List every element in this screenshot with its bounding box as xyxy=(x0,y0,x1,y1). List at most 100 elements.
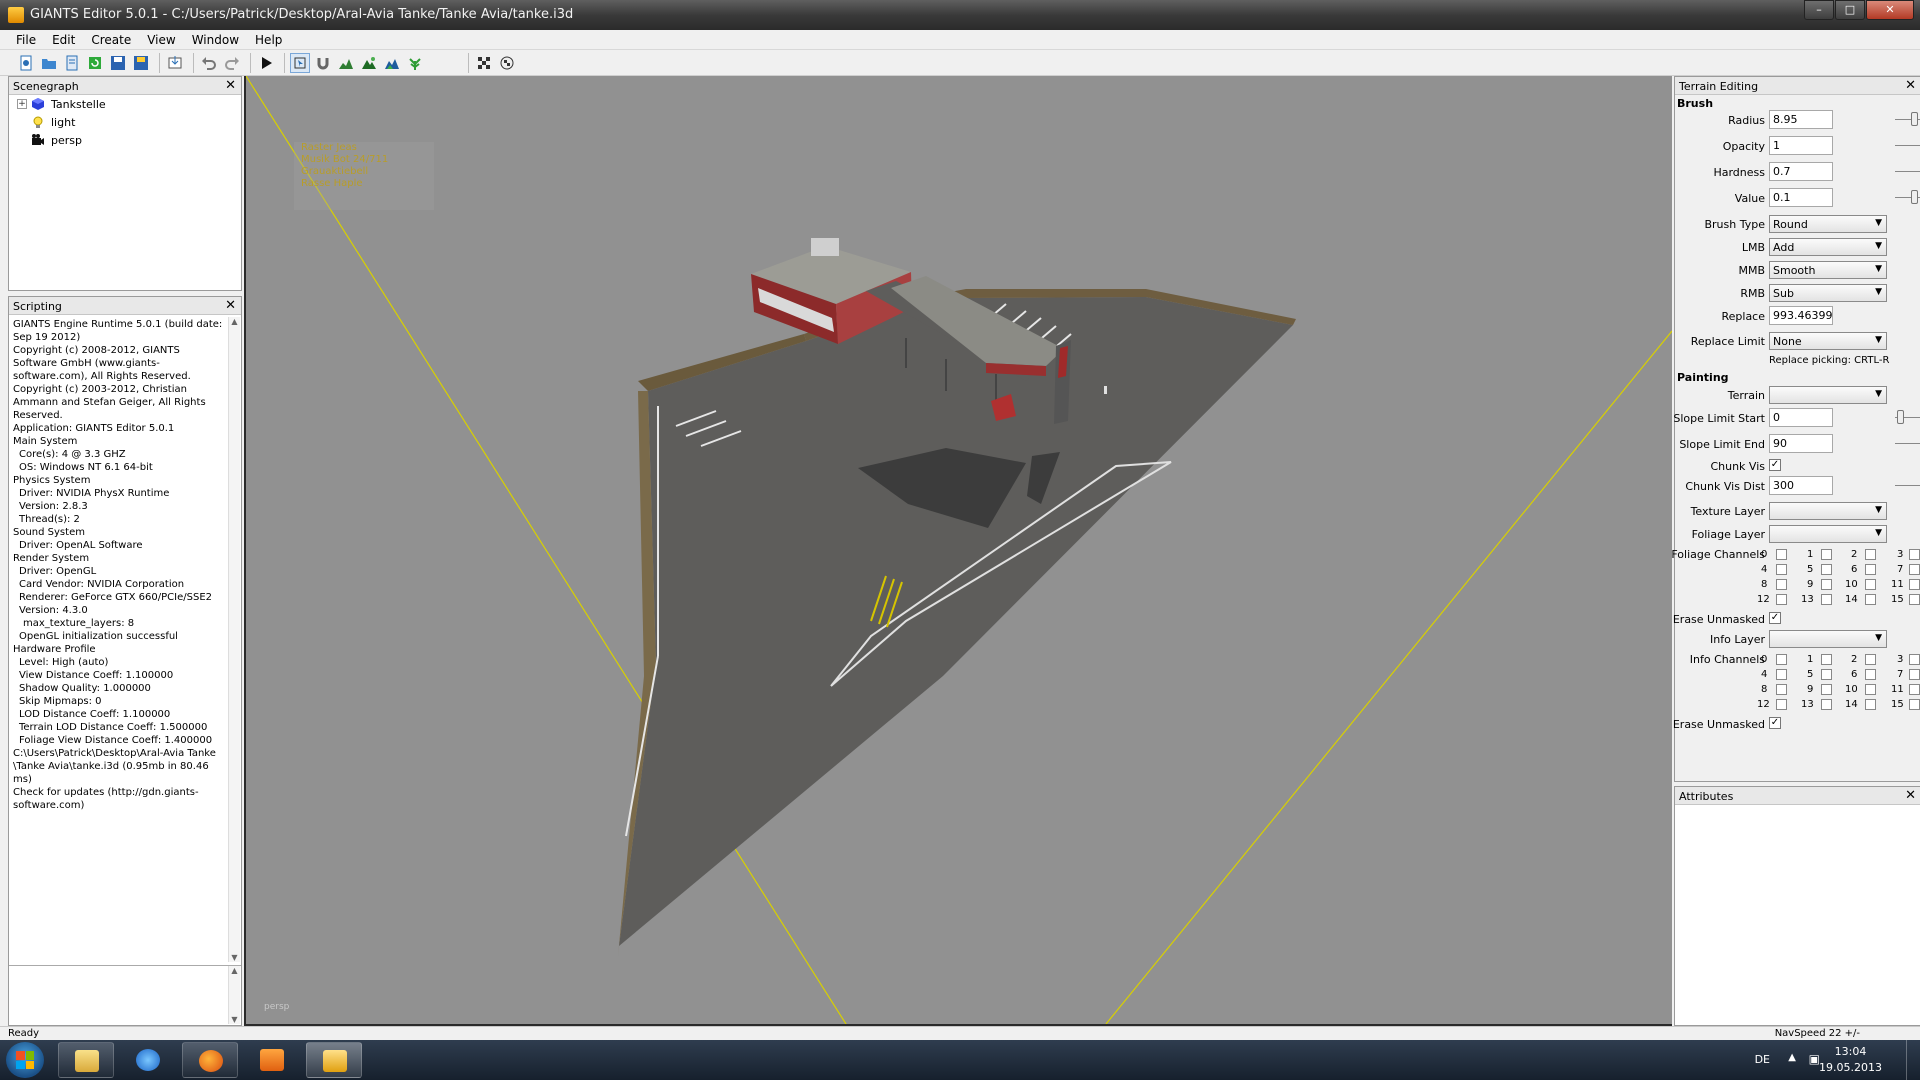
tree-item-tankstelle[interactable]: + Tankstelle xyxy=(9,95,241,113)
channel-checkbox[interactable] xyxy=(1821,654,1832,665)
taskbar-media-player[interactable] xyxy=(244,1042,300,1078)
script-input[interactable]: ▲ ▼ xyxy=(9,965,241,1025)
save-icon[interactable] xyxy=(108,53,128,73)
language-indicator[interactable]: DE xyxy=(1755,1053,1770,1066)
channel-checkbox[interactable] xyxy=(1865,564,1876,575)
log-scrollbar[interactable]: ▲ ▼ xyxy=(228,317,240,962)
channel-checkbox[interactable] xyxy=(1865,684,1876,695)
erase-unmasked-checkbox[interactable]: ✓ xyxy=(1769,717,1781,729)
replace-input[interactable]: 993.46399 xyxy=(1769,306,1833,325)
checker-icon[interactable] xyxy=(474,53,494,73)
undo-icon[interactable] xyxy=(199,53,219,73)
terrain-foliage-icon[interactable] xyxy=(382,53,402,73)
refresh-icon[interactable] xyxy=(85,53,105,73)
tree-item-persp[interactable]: persp xyxy=(9,131,241,149)
value-slider[interactable] xyxy=(1895,190,1920,204)
3d-viewport[interactable]: Raster Jeas Musik Bot 24/711 Grauaktiebe… xyxy=(246,76,1672,1024)
scenegraph-close-icon[interactable]: ✕ xyxy=(225,78,236,93)
attributes-close-icon[interactable]: ✕ xyxy=(1905,788,1916,803)
import-icon[interactable] xyxy=(165,53,185,73)
input-scrollbar[interactable]: ▲ ▼ xyxy=(228,966,240,1024)
channel-checkbox[interactable] xyxy=(1776,654,1787,665)
expand-icon[interactable]: + xyxy=(17,99,27,109)
document-icon[interactable] xyxy=(62,53,82,73)
lmb-select[interactable]: Add ▼ xyxy=(1769,238,1887,256)
slider-knob[interactable] xyxy=(1911,112,1918,126)
opacity-slider[interactable] xyxy=(1895,145,1920,146)
channel-checkbox[interactable] xyxy=(1909,594,1920,605)
taskbar-giants-editor[interactable] xyxy=(306,1042,362,1078)
start-button[interactable] xyxy=(6,1042,44,1078)
terrain-select[interactable]: ▼ xyxy=(1769,386,1887,404)
channel-checkbox[interactable] xyxy=(1909,549,1920,560)
slider-knob[interactable] xyxy=(1911,190,1918,204)
brush-type-select[interactable]: Round ▼ xyxy=(1769,215,1887,233)
save-as-icon[interactable] xyxy=(131,53,151,73)
slider-knob[interactable] xyxy=(1897,410,1904,424)
channel-checkbox[interactable] xyxy=(1821,699,1832,710)
channel-checkbox[interactable] xyxy=(1909,699,1920,710)
channel-checkbox[interactable] xyxy=(1776,579,1787,590)
menu-file[interactable]: File xyxy=(8,30,44,49)
select-mode-icon[interactable] xyxy=(290,52,310,73)
magnet-icon[interactable] xyxy=(313,53,333,73)
menu-create[interactable]: Create xyxy=(83,30,139,49)
slope-end-input[interactable]: 90 xyxy=(1769,434,1833,453)
maximize-button[interactable]: □ xyxy=(1835,0,1865,20)
hardness-input[interactable]: 0.7 xyxy=(1769,162,1833,181)
new-file-icon[interactable] xyxy=(16,53,36,73)
value-input[interactable]: 0.1 xyxy=(1769,188,1833,207)
opacity-input[interactable]: 1 xyxy=(1769,136,1833,155)
clock[interactable]: 13:04 19.05.2013 xyxy=(1819,1044,1882,1076)
open-folder-icon[interactable] xyxy=(39,53,59,73)
radius-input[interactable]: 8.95 xyxy=(1769,110,1833,129)
channel-checkbox[interactable] xyxy=(1821,549,1832,560)
slope-start-input[interactable]: 0 xyxy=(1769,408,1833,427)
chunk-vis-dist-input[interactable]: 300 xyxy=(1769,476,1833,495)
scripting-close-icon[interactable]: ✕ xyxy=(225,298,236,313)
taskbar-firefox[interactable] xyxy=(182,1042,238,1078)
minimize-button[interactable]: – xyxy=(1804,0,1834,20)
channel-checkbox[interactable] xyxy=(1865,669,1876,680)
hardness-slider[interactable] xyxy=(1895,171,1920,172)
menu-edit[interactable]: Edit xyxy=(44,30,83,49)
replace-limit-select[interactable]: None ▼ xyxy=(1769,332,1887,350)
channel-checkbox[interactable] xyxy=(1821,579,1832,590)
close-button[interactable]: ✕ xyxy=(1866,0,1914,20)
channel-checkbox[interactable] xyxy=(1776,594,1787,605)
erase-unmasked-checkbox[interactable]: ✓ xyxy=(1769,612,1781,624)
channel-checkbox[interactable] xyxy=(1865,594,1876,605)
info-layer-select[interactable]: ▼ xyxy=(1769,630,1887,648)
checker-alt-icon[interactable] xyxy=(497,53,517,73)
channel-checkbox[interactable] xyxy=(1821,564,1832,575)
terrain-paint-icon[interactable] xyxy=(359,53,379,73)
channel-checkbox[interactable] xyxy=(1865,579,1876,590)
channel-checkbox[interactable] xyxy=(1776,564,1787,575)
terrain-close-icon[interactable]: ✕ xyxy=(1905,78,1916,93)
menu-window[interactable]: Window xyxy=(184,30,247,49)
foliage-icon[interactable] xyxy=(405,53,425,73)
taskbar-explorer[interactable] xyxy=(58,1042,114,1078)
taskbar-ie[interactable] xyxy=(120,1042,176,1078)
channel-checkbox[interactable] xyxy=(1776,699,1787,710)
tray-expand-icon[interactable]: ▲ xyxy=(1788,1052,1796,1063)
channel-checkbox[interactable] xyxy=(1821,684,1832,695)
chunk-vis-checkbox[interactable]: ✓ xyxy=(1769,459,1781,471)
menu-help[interactable]: Help xyxy=(247,30,290,49)
channel-checkbox[interactable] xyxy=(1909,669,1920,680)
show-desktop-button[interactable] xyxy=(1906,1040,1920,1080)
channel-checkbox[interactable] xyxy=(1821,669,1832,680)
slope-end-slider[interactable] xyxy=(1895,443,1920,444)
mmb-select[interactable]: Smooth ▼ xyxy=(1769,261,1887,279)
channel-checkbox[interactable] xyxy=(1909,564,1920,575)
tree-item-light[interactable]: light xyxy=(9,113,241,131)
terrain-sculpt-icon[interactable] xyxy=(336,53,356,73)
rmb-select[interactable]: Sub ▼ xyxy=(1769,284,1887,302)
chunk-vis-dist-slider[interactable] xyxy=(1895,485,1920,486)
channel-checkbox[interactable] xyxy=(1776,549,1787,560)
channel-checkbox[interactable] xyxy=(1865,549,1876,560)
texture-layer-select[interactable]: ▼ xyxy=(1769,502,1887,520)
channel-checkbox[interactable] xyxy=(1909,579,1920,590)
slope-start-slider[interactable] xyxy=(1895,410,1920,424)
foliage-layer-select[interactable]: ▼ xyxy=(1769,525,1887,543)
